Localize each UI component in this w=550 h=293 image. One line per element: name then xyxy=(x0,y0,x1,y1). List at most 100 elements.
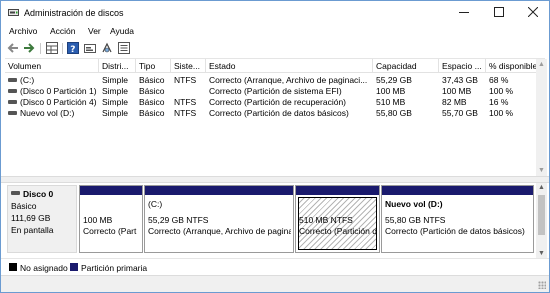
partition-title: Nuevo vol (D:) xyxy=(385,199,443,209)
volume-list: Volumen Distri... Tipo Siste... Estado C… xyxy=(5,58,545,176)
cell: 68 % xyxy=(489,75,509,85)
legend-unallocated-swatch xyxy=(9,263,17,271)
cell: Correcto (Partición de recuperación) xyxy=(209,97,347,107)
partition-efi[interactable]: 100 MB Correcto (Part xyxy=(79,185,143,253)
close-icon xyxy=(527,6,539,20)
cell: NTFS xyxy=(174,75,197,85)
volume-name-cell: (Disco 0 Partición 4) xyxy=(5,97,99,108)
volume-row[interactable]: Nuevo vol (D:) Simple Básico NTFS Correc… xyxy=(5,108,545,119)
rescan-icon[interactable] xyxy=(101,42,113,54)
disk-header: Disco 0 xyxy=(11,189,76,199)
menu-bar: Archivo Acción Ver Ayuda xyxy=(1,25,549,39)
column-header-sistema[interactable]: Siste... xyxy=(171,59,206,73)
partition-d[interactable]: Nuevo vol (D:) 55,80 GB NTFS Correcto (P… xyxy=(381,185,534,253)
help-icon[interactable]: ? xyxy=(67,42,79,55)
cell: 510 MB xyxy=(376,97,406,107)
forward-arrow-icon[interactable] xyxy=(23,42,35,54)
cell: 55,70 GB xyxy=(442,108,478,118)
properties-icon[interactable] xyxy=(84,42,96,54)
partition-recovery[interactable]: 510 MB NTFS Correcto (Partición d xyxy=(295,185,380,253)
column-header-espacio[interactable]: Espacio ... xyxy=(439,59,486,73)
legend-primary-swatch xyxy=(70,263,78,271)
partition-size: 510 MB NTFS xyxy=(299,215,353,225)
column-header-volumen[interactable]: Volumen xyxy=(5,59,99,73)
menu-ayuda[interactable]: Ayuda xyxy=(110,26,134,36)
partition-bar xyxy=(382,186,533,195)
cell: Correcto (Partición de datos básicos) xyxy=(209,108,349,118)
volume-row[interactable]: (Disco 0 Partición 1) Simple Básico Corr… xyxy=(5,86,545,97)
maximize-button[interactable] xyxy=(482,1,516,25)
toolbar: ? xyxy=(1,40,549,57)
cell: Básico xyxy=(139,86,165,96)
list-view-icon[interactable] xyxy=(118,42,130,54)
cell: 100 MB xyxy=(376,86,406,96)
disk-type: Básico xyxy=(11,201,37,211)
volume-row[interactable]: (C:) Simple Básico NTFS Correcto (Arranq… xyxy=(5,75,545,86)
column-header-estado[interactable]: Estado xyxy=(206,59,373,73)
resize-grip-icon[interactable] xyxy=(538,281,546,289)
minimize-button[interactable] xyxy=(447,1,481,25)
disk-icon xyxy=(11,191,20,195)
cell: Simple xyxy=(102,75,128,85)
partition-bar xyxy=(145,186,293,195)
cell: Simple xyxy=(102,108,128,118)
close-button[interactable] xyxy=(516,1,550,25)
menu-accion[interactable]: Acción xyxy=(50,26,76,36)
partition-size: 55,29 GB NTFS xyxy=(148,215,209,225)
disk-map-scrollbar[interactable]: ▲ ▼ xyxy=(536,183,547,258)
column-header-tipo[interactable]: Tipo xyxy=(136,59,171,73)
legend: No asignado Partición primaria xyxy=(1,258,549,275)
scroll-up-icon[interactable]: ▲ xyxy=(538,61,545,68)
volume-icon xyxy=(8,88,17,93)
maximize-icon xyxy=(494,6,504,20)
column-header-distribucion[interactable]: Distri... xyxy=(99,59,136,73)
pane-splitter[interactable] xyxy=(1,176,549,183)
column-header-capacidad[interactable]: Capacidad xyxy=(373,59,439,73)
cell: Correcto (Arranque, Archivo de paginaci.… xyxy=(209,75,368,85)
disk-status: En pantalla xyxy=(11,225,54,235)
window-title: Administración de discos xyxy=(24,8,124,18)
partition-c[interactable]: (C:) 55,29 GB NTFS Correcto (Arranque, A… xyxy=(144,185,294,253)
cell: 37,43 GB xyxy=(442,75,478,85)
partition-size: 100 MB xyxy=(83,215,113,225)
volume-name-cell: Nuevo vol (D:) xyxy=(5,108,99,119)
menu-archivo[interactable]: Archivo xyxy=(9,26,37,36)
title-bar: Administración de discos xyxy=(1,1,549,25)
cell: NTFS xyxy=(174,108,197,118)
cell: Básico xyxy=(139,108,165,118)
svg-text:?: ? xyxy=(70,45,75,54)
cell: Simple xyxy=(102,86,128,96)
cell: 55,29 GB xyxy=(376,75,412,85)
scroll-down-icon[interactable]: ▼ xyxy=(538,250,545,257)
scroll-up-icon[interactable]: ▲ xyxy=(538,184,545,191)
scroll-thumb[interactable] xyxy=(538,195,545,235)
partition-status: Correcto (Partición d xyxy=(299,226,377,236)
partition-status: Correcto (Part xyxy=(83,226,137,236)
cell: 55,80 GB xyxy=(376,108,412,118)
status-bar xyxy=(1,275,549,292)
minimize-icon xyxy=(459,7,469,20)
cell: Correcto (Partición de sistema EFI) xyxy=(209,86,342,96)
back-arrow-icon[interactable] xyxy=(7,42,19,54)
scroll-down-icon[interactable]: ▼ xyxy=(538,167,545,174)
cell: 16 % xyxy=(489,97,509,107)
volume-row[interactable]: (Disco 0 Partición 4) Simple Básico NTFS… xyxy=(5,97,545,108)
disk-size: 111,69 GB xyxy=(11,213,51,223)
disk-management-window: Administración de discos Archivo Acción … xyxy=(0,0,550,293)
partition-status: Correcto (Partición de datos básicos) xyxy=(385,226,525,236)
cell: NTFS xyxy=(174,97,197,107)
partition-status: Correcto (Arranque, Archivo de pagina xyxy=(148,226,291,236)
cell: 100 % xyxy=(489,108,514,118)
grid-view-icon[interactable] xyxy=(46,42,58,54)
volume-name-cell: (C:) xyxy=(5,75,99,86)
partition-bar xyxy=(296,186,379,195)
toolbar-separator xyxy=(40,43,41,54)
cell: Básico xyxy=(139,75,165,85)
menu-ver[interactable]: Ver xyxy=(88,26,101,36)
cell xyxy=(171,86,206,97)
disk-management-icon xyxy=(8,8,19,18)
disk-info-box[interactable]: Disco 0 Básico 111,69 GB En pantalla xyxy=(7,185,77,253)
volume-icon xyxy=(8,110,17,115)
column-header-disponible[interactable]: % disponible xyxy=(486,59,541,73)
volume-list-scrollbar[interactable]: ▲ ▼ xyxy=(536,59,547,176)
